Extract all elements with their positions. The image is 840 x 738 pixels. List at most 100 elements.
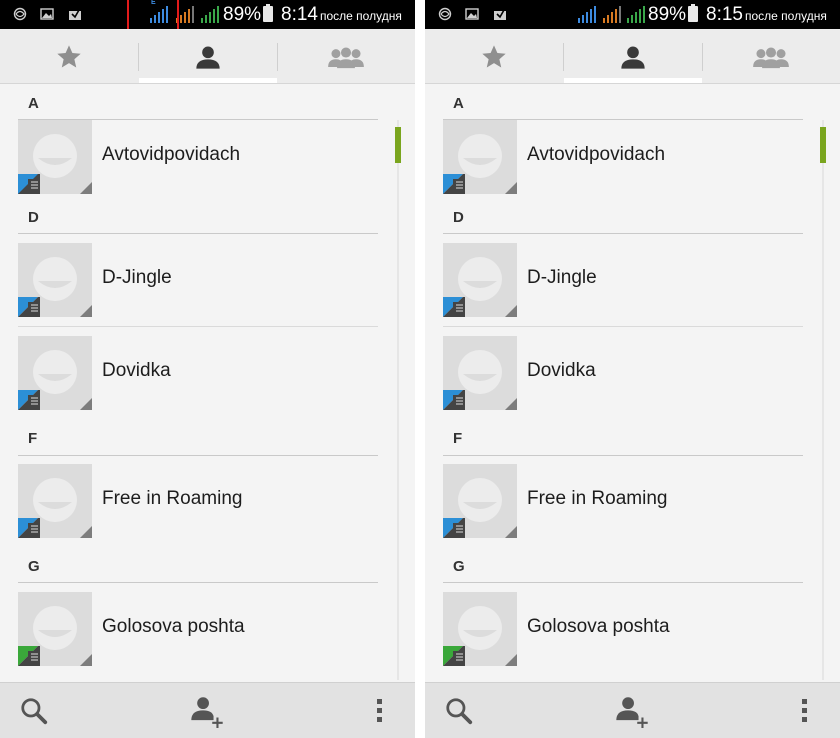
section-header: A [28, 95, 39, 112]
contact-name: D-Jingle [527, 267, 597, 288]
scroll-track [397, 120, 399, 680]
add-person-icon [616, 697, 648, 728]
person-icon [621, 46, 645, 69]
contact-avatar [18, 243, 92, 317]
section-divider [18, 455, 378, 456]
overflow-menu-button[interactable] [350, 683, 410, 738]
contact-list[interactable]: A Avtovidpovidach D D-Jingle Dovidka F F… [0, 85, 415, 682]
overflow-menu-button[interactable] [775, 683, 835, 738]
sync-icon [13, 7, 27, 21]
clock-time: 8:15 [706, 4, 743, 25]
sync-icon [438, 7, 452, 21]
row-divider [443, 326, 803, 327]
section-header: G [28, 558, 40, 575]
star-icon [482, 44, 506, 67]
contact-name: D-Jingle [102, 267, 172, 288]
tab-groups[interactable] [277, 29, 415, 84]
signal-sim2-icon [603, 5, 621, 23]
contact-name: Free in Roaming [102, 488, 243, 509]
default-avatar-icon [443, 350, 517, 410]
scroll-track [822, 120, 824, 680]
default-avatar-icon [18, 606, 92, 666]
contact-avatar [443, 243, 517, 317]
contact-row[interactable]: D-Jingle [443, 243, 803, 327]
section-divider [443, 455, 803, 456]
battery-icon [263, 4, 273, 22]
default-avatar-icon [18, 350, 92, 410]
contact-avatar [18, 120, 92, 194]
tab-bar [425, 29, 840, 84]
search-button[interactable] [429, 683, 489, 738]
contact-row[interactable]: Dovidka [18, 336, 378, 410]
contact-avatar [443, 336, 517, 410]
signal-sim3-icon [201, 5, 219, 23]
row-divider [18, 326, 378, 327]
person-icon [196, 46, 220, 69]
section-divider [18, 582, 378, 583]
search-button[interactable] [4, 683, 64, 738]
download-icon [68, 7, 82, 21]
section-header: A [453, 95, 464, 112]
tab-contacts[interactable] [564, 29, 702, 84]
signal-sim1-icon [578, 5, 596, 23]
contact-name: Dovidka [102, 360, 171, 381]
default-avatar-icon [443, 257, 517, 317]
selected-tab-indicator [139, 78, 277, 83]
section-header: F [453, 430, 463, 447]
tab-favorites[interactable] [425, 29, 563, 84]
contact-avatar [443, 120, 517, 194]
add-contact-button[interactable] [177, 683, 237, 738]
section-header: F [28, 430, 38, 447]
section-header: G [453, 558, 465, 575]
contact-row[interactable]: D-Jingle [18, 243, 378, 327]
status-bar: 89% 8:15 после полудня [425, 0, 840, 29]
scroll-thumb[interactable] [820, 127, 826, 163]
section-divider [18, 233, 378, 234]
default-avatar-icon [443, 134, 517, 194]
contact-name: Golosova poshta [527, 616, 670, 637]
add-person-icon [191, 697, 223, 728]
tab-groups[interactable] [702, 29, 840, 84]
contact-name: Avtovidpovidach [102, 144, 241, 165]
section-header: D [28, 209, 39, 226]
contact-row[interactable]: Golosova poshta [18, 592, 378, 666]
contact-avatar [443, 464, 517, 538]
contact-row[interactable]: Free in Roaming [443, 464, 803, 538]
more-vertical-icon [802, 699, 807, 722]
contact-name: Avtovidpovidach [527, 144, 666, 165]
scroll-thumb[interactable] [395, 127, 401, 163]
gallery-icon [40, 7, 54, 21]
contact-row[interactable]: Avtovidpovidach [18, 120, 378, 194]
search-icon [21, 698, 48, 725]
section-header: D [453, 209, 464, 226]
default-avatar-icon [443, 606, 517, 666]
tab-contacts[interactable] [139, 29, 277, 84]
contacts-screen-right: 89% 8:15 после полудня A Avtovidpovidach… [425, 0, 840, 738]
star-icon [57, 44, 81, 67]
add-contact-button[interactable] [602, 683, 662, 738]
battery-icon [688, 4, 698, 22]
contact-name: Dovidka [527, 360, 596, 381]
gallery-icon [465, 7, 479, 21]
more-vertical-icon [377, 699, 382, 722]
default-avatar-icon [18, 134, 92, 194]
tab-favorites[interactable] [0, 29, 138, 84]
contact-row[interactable]: Dovidka [443, 336, 803, 410]
group-icon [753, 47, 789, 68]
contacts-screen-left: E 89% 8:14 после полудня A Avtovidpovida… [0, 0, 415, 738]
contact-list[interactable]: A Avtovidpovidach D D-Jingle Dovidka F F… [425, 85, 840, 682]
contact-name: Free in Roaming [527, 488, 668, 509]
contact-avatar [443, 592, 517, 666]
default-avatar-icon [18, 257, 92, 317]
contact-row[interactable]: Free in Roaming [18, 464, 378, 538]
download-icon [493, 7, 507, 21]
contact-row[interactable]: Golosova poshta [443, 592, 803, 666]
section-divider [443, 582, 803, 583]
clock-ampm: после полудня [745, 9, 827, 23]
contact-row[interactable]: Avtovidpovidach [443, 120, 803, 194]
default-avatar-icon [443, 478, 517, 538]
default-avatar-icon [18, 478, 92, 538]
selected-tab-indicator [564, 78, 702, 83]
contact-avatar [18, 464, 92, 538]
clock-time: 8:14 [281, 4, 318, 25]
